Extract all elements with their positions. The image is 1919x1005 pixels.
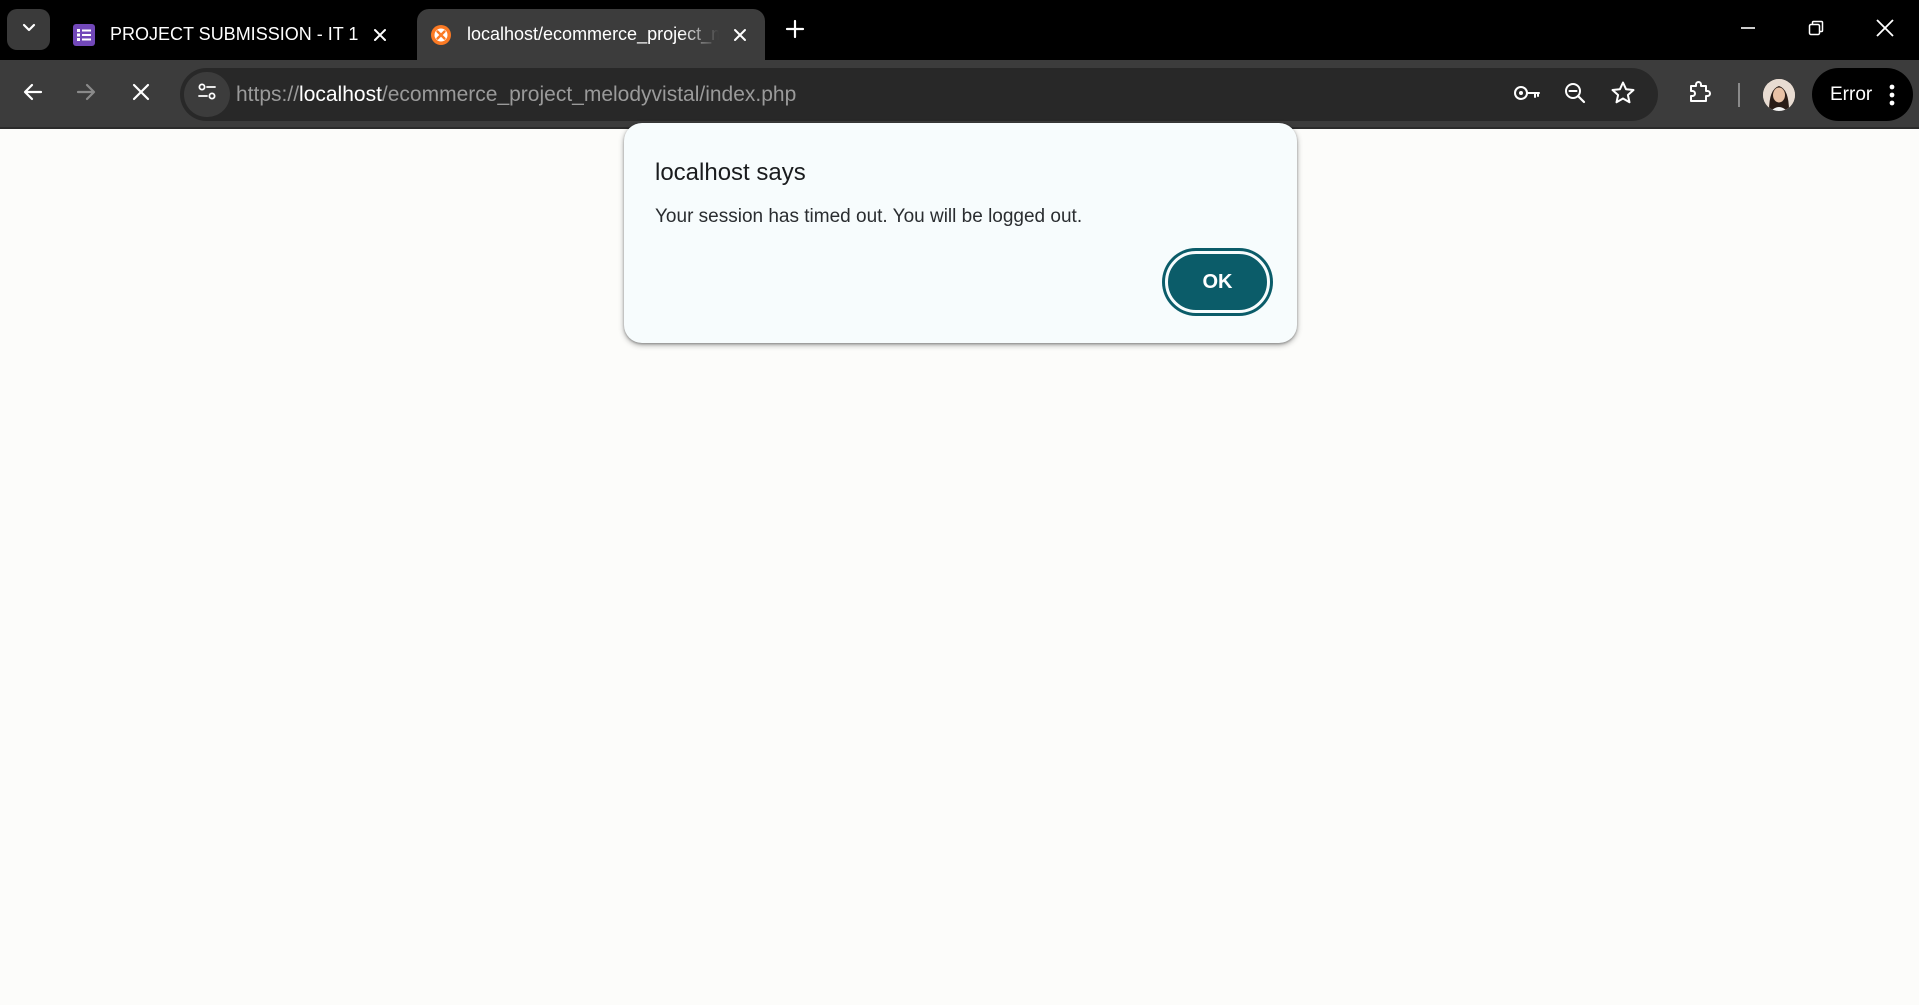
new-tab-button[interactable] [779, 15, 811, 47]
close-icon [1876, 18, 1894, 42]
zoom-button[interactable] [1560, 80, 1590, 110]
close-icon[interactable] [727, 22, 753, 48]
url-host: localhost [299, 83, 382, 106]
tab-title: PROJECT SUBMISSION - IT 107 [110, 24, 359, 44]
puzzle-icon [1687, 79, 1713, 110]
minimize-icon [1740, 20, 1756, 41]
star-icon [1610, 80, 1636, 111]
xampp-icon [429, 23, 453, 47]
forward-button[interactable] [66, 74, 106, 114]
chevron-down-icon [21, 19, 37, 40]
address-bar[interactable]: https://localhost/ecommerce_project_melo… [180, 68, 1658, 121]
back-button[interactable] [13, 74, 53, 114]
key-icon [1513, 82, 1541, 109]
close-window-button[interactable] [1862, 10, 1908, 50]
google-forms-icon [72, 23, 96, 47]
tune-icon [196, 81, 218, 108]
minimize-button[interactable] [1725, 10, 1771, 50]
restore-button[interactable] [1793, 10, 1839, 50]
site-info-button[interactable] [184, 72, 230, 117]
dialog-message: Your session has timed out. You will be … [655, 206, 1083, 227]
toolbar-divider [1738, 83, 1740, 107]
ok-button[interactable]: OK [1165, 251, 1270, 313]
extensions-button[interactable] [1680, 74, 1720, 114]
close-icon[interactable] [367, 22, 393, 48]
url-text[interactable]: https://localhost/ecommerce_project_melo… [236, 68, 796, 121]
bookmark-button[interactable] [1608, 80, 1638, 110]
plus-icon [785, 19, 805, 44]
profile-status-label: Error [1830, 83, 1873, 105]
close-icon [132, 83, 150, 106]
browser-toolbar: https://localhost/ecommerce_project_melo… [0, 60, 1919, 129]
url-scheme: https:// [236, 83, 300, 106]
url-path: /ecommerce_project_melodyvistal/index.ph… [381, 83, 797, 106]
tab-strip: PROJECT SUBMISSION - IT 107 localhost/ec… [0, 0, 1919, 60]
password-key-button[interactable] [1512, 80, 1542, 110]
more-vert-icon[interactable] [1882, 80, 1902, 110]
stop-loading-button[interactable] [121, 74, 161, 114]
profile-error-chip[interactable]: Error [1812, 68, 1913, 121]
arrow-left-icon [22, 81, 44, 108]
arrow-right-icon [75, 81, 97, 108]
dialog-title: localhost says [655, 159, 806, 186]
profile-avatar[interactable] [1763, 79, 1795, 111]
tab-title: localhost/ecommerce_project_melodyvistal… [467, 24, 719, 44]
zoom-out-icon [1563, 81, 1587, 110]
tab-localhost[interactable]: localhost/ecommerce_project_melodyvistal… [417, 9, 765, 60]
tab-search-button[interactable] [7, 9, 50, 50]
tab-project-submission[interactable]: PROJECT SUBMISSION - IT 107 [60, 9, 405, 60]
alert-dialog: localhost says Your session has timed ou… [624, 123, 1297, 343]
restore-icon [1808, 20, 1824, 41]
